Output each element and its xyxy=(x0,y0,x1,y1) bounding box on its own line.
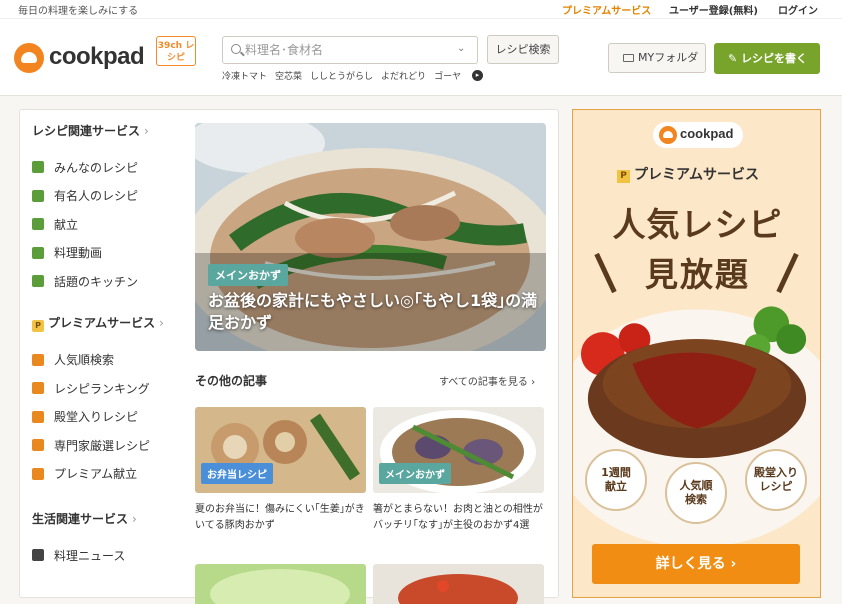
ad-headline: 見放題 xyxy=(645,255,750,294)
keyword-link[interactable]: ししとうがらし xyxy=(310,69,373,82)
nav-section-life[interactable]: 生活関連サービス › xyxy=(32,510,182,527)
sparkle-icon xyxy=(32,467,44,480)
tagline: 毎日の料理を楽しみにする xyxy=(18,6,139,17)
recipe-search-button[interactable]: レシピ検索 xyxy=(487,35,559,64)
nav-item-cooking-news[interactable]: 料理ニュース xyxy=(32,541,182,570)
article-category-tag: お弁当レシピ xyxy=(201,463,273,484)
all-articles-link[interactable]: すべての記事を見る › xyxy=(439,373,535,388)
chevron-down-icon[interactable]: ⌄ xyxy=(457,43,465,54)
feature-badge: 殿堂入り レシピ xyxy=(745,449,807,511)
thirtieth-anniversary-badge: 39ch レシピ xyxy=(156,36,196,66)
chef-hat-icon xyxy=(659,126,677,144)
cookpad-logo: cookpad xyxy=(653,122,743,148)
hero-title[interactable]: お盆後の家計にもやさしい◎｢もやし1袋｣の満足おかず xyxy=(208,290,538,334)
premium-p-icon: P xyxy=(617,170,630,183)
fork-knife-icon xyxy=(32,161,44,174)
premium-link[interactable]: プレミアムサービス xyxy=(562,2,651,17)
premium-ad-banner[interactable]: cookpad P プレミアムサービス 人気レシピ 見放題 1週間 献立 人気順 … xyxy=(572,109,821,598)
see-details-button[interactable]: 詳しく見る › xyxy=(592,544,800,584)
main-panel: レシピ関連サービス › みんなのレシピ 有名人のレシピ 献立 料理動画 話題のキッ… xyxy=(19,109,559,604)
crown-icon xyxy=(32,353,44,366)
article-card[interactable]: メインおかず xyxy=(373,407,544,493)
nav-item-expert-recipes[interactable]: 専門家厳選レシピ xyxy=(32,431,182,460)
nav-item-recipe-ranking[interactable]: レシピランキング xyxy=(32,374,182,403)
popular-keywords: 冷凍トマト 空芯菜 ししとうがらし よだれどり ゴーヤ xyxy=(222,69,461,82)
menu-plate-icon xyxy=(32,218,44,231)
service-nav: レシピ関連サービス › みんなのレシピ 有名人のレシピ 献立 料理動画 話題のキッ… xyxy=(32,122,182,570)
nav-item-premium-menu[interactable]: プレミアム献立 xyxy=(32,460,182,489)
nav-item-celebrity-recipes[interactable]: 有名人のレシピ xyxy=(32,182,182,211)
article-title[interactable]: 夏のお弁当に！傷みにくい｢生姜｣がきいてる豚肉おかず xyxy=(195,502,370,534)
keyword-link[interactable]: 空芯菜 xyxy=(275,69,302,82)
write-recipe-button[interactable]: ✎ レシピを書く xyxy=(714,43,820,74)
article-title[interactable]: 箸がとまらない！お肉と油との相性がバッチリ｢なす｣が主役のおかず4選 xyxy=(373,502,548,534)
nav-item-everyone-recipes[interactable]: みんなのレシピ xyxy=(32,153,182,182)
article-image xyxy=(195,564,366,604)
video-icon xyxy=(32,246,44,259)
ranking-icon xyxy=(32,382,44,395)
article-card[interactable]: お弁当レシピ xyxy=(195,407,366,493)
header: cookpad 39ch レシピ ⌄ レシピ検索 冷凍トマト 空芯菜 ししとうが… xyxy=(0,18,842,96)
nav-item-menu[interactable]: 献立 xyxy=(32,210,182,239)
hero-category-tag: メインおかず xyxy=(208,264,288,286)
chef-hat-icon xyxy=(32,275,44,288)
expert-icon xyxy=(32,439,44,452)
newspaper-icon xyxy=(32,549,44,562)
premium-p-icon: P xyxy=(32,319,44,332)
keyword-link[interactable]: 冷凍トマト xyxy=(222,69,267,82)
keyword-link[interactable]: よだれどり xyxy=(381,69,426,82)
article-category-tag: メインおかず xyxy=(379,463,451,484)
chef-hat-icon xyxy=(14,43,44,73)
keyword-link[interactable]: ゴーヤ xyxy=(434,69,461,82)
feature-badge: 1週間 献立 xyxy=(585,449,647,511)
article-image xyxy=(373,564,544,604)
feature-badge: 人気順 検索 xyxy=(665,462,727,524)
more-keywords-icon[interactable]: ▸ xyxy=(472,70,483,81)
other-articles-heading: その他の記事 xyxy=(195,374,268,388)
cookpad-logo[interactable]: cookpad xyxy=(14,41,148,75)
nav-item-hall-of-fame[interactable]: 殿堂入りレシピ xyxy=(32,403,182,432)
ad-headline: 人気レシピ xyxy=(612,205,783,244)
myfolder-button[interactable]: MYフォルダ xyxy=(608,43,706,73)
search-input[interactable] xyxy=(245,41,445,59)
hero-article[interactable]: メインおかず お盆後の家計にもやさしい◎｢もやし1袋｣の満足おかず xyxy=(195,123,546,351)
trophy-icon xyxy=(32,410,44,423)
top-bar: 毎日の料理を楽しみにする プレミアムサービス ユーザー登録(無料) ログイン xyxy=(0,0,842,18)
nav-item-popular-search[interactable]: 人気順検索 xyxy=(32,346,182,375)
nav-section-premium[interactable]: P プレミアムサービス › xyxy=(32,314,182,332)
search-icon xyxy=(231,44,241,54)
nav-section-recipe[interactable]: レシピ関連サービス › xyxy=(32,122,182,139)
book-icon xyxy=(32,189,44,202)
search-box: ⌄ xyxy=(222,36,478,64)
premium-service-label: P プレミアムサービス xyxy=(617,164,759,184)
article-card[interactable] xyxy=(195,564,366,604)
pencil-icon: ✎ xyxy=(728,52,738,65)
folder-icon xyxy=(623,54,634,62)
register-link[interactable]: ユーザー登録(無料) xyxy=(669,2,758,17)
nav-item-trending-kitchen[interactable]: 話題のキッチン xyxy=(32,267,182,296)
article-card[interactable] xyxy=(373,564,544,604)
nav-item-cooking-video[interactable]: 料理動画 xyxy=(32,239,182,268)
login-link[interactable]: ログイン xyxy=(778,2,818,17)
